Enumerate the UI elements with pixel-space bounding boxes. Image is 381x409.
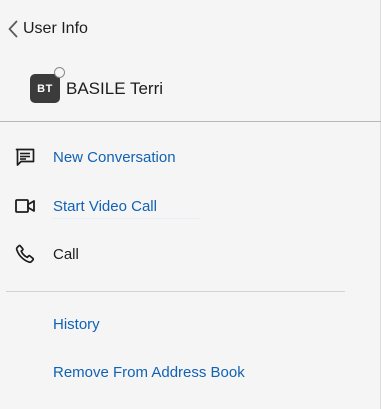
- panel-header: User Info: [0, 14, 88, 44]
- video-camera-icon: [14, 195, 36, 217]
- header-divider: [0, 121, 381, 122]
- start-video-call-label: Start Video Call: [53, 197, 157, 215]
- presence-indicator: [54, 67, 65, 78]
- phone-icon: [14, 243, 36, 265]
- chevron-left-icon: [8, 20, 18, 38]
- video-call-underline: [52, 218, 200, 219]
- user-identity: BT BASILE Terri: [30, 67, 164, 103]
- avatar-initials: BT: [37, 82, 53, 95]
- history-link[interactable]: History: [53, 316, 100, 333]
- actions-divider: [6, 291, 345, 292]
- back-button[interactable]: User Info: [0, 20, 88, 38]
- new-conversation-label: New Conversation: [53, 148, 176, 166]
- avatar: BT: [30, 67, 65, 103]
- call-button[interactable]: Call: [0, 239, 360, 269]
- user-info-panel: User Info BT BASILE Terri New Conversati…: [0, 0, 381, 409]
- user-name: BASILE Terri: [66, 78, 164, 98]
- chat-icon: [14, 146, 36, 168]
- start-video-call-button[interactable]: Start Video Call: [0, 191, 360, 221]
- page-title: User Info: [23, 20, 88, 37]
- call-label: Call: [53, 245, 79, 263]
- remove-from-address-book-link[interactable]: Remove From Address Book: [53, 364, 245, 381]
- new-conversation-button[interactable]: New Conversation: [0, 142, 360, 172]
